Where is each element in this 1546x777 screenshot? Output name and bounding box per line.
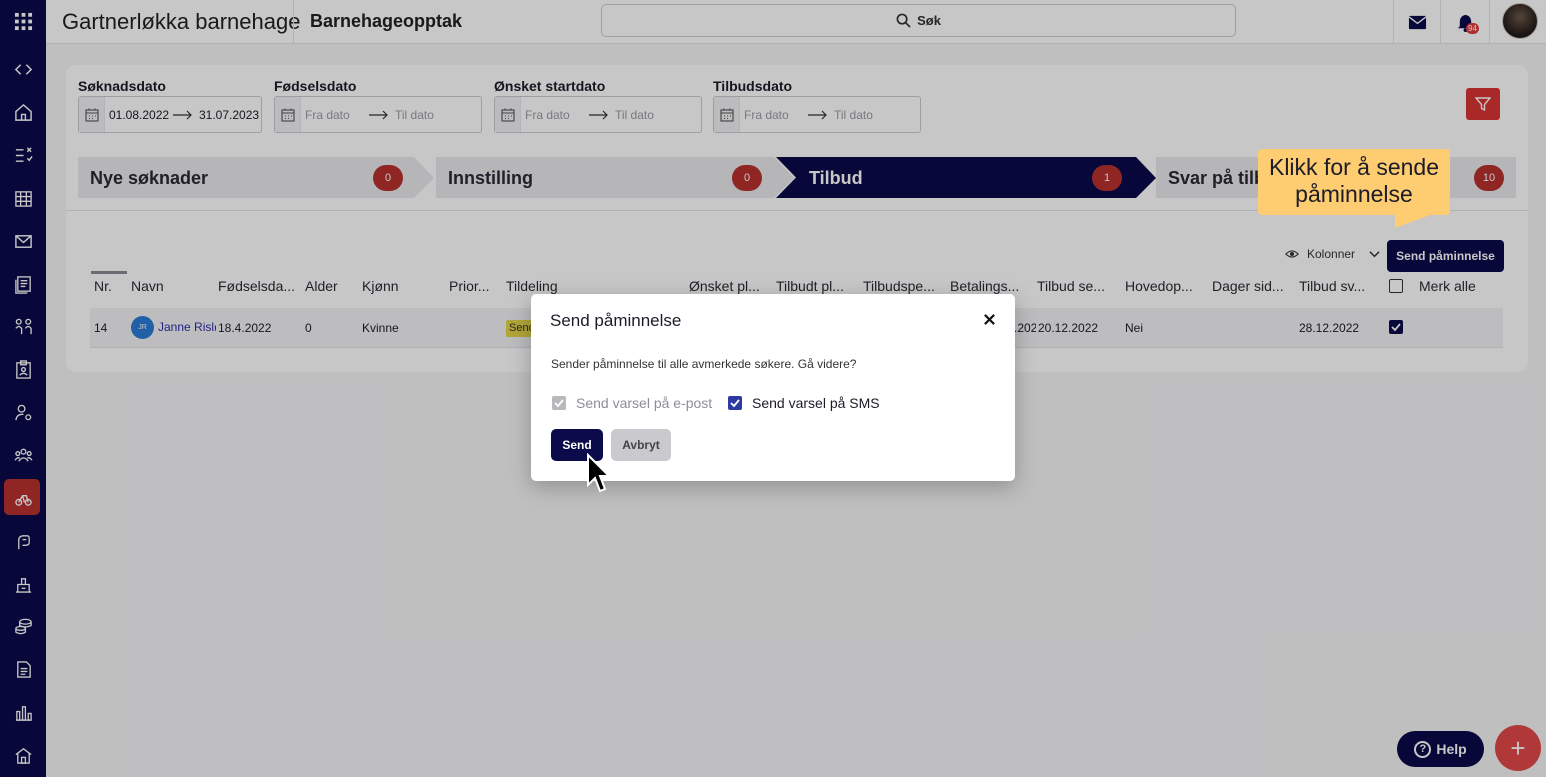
- checkmark-icon: [730, 399, 740, 408]
- sms-option-label: Send varsel på SMS: [752, 395, 880, 411]
- dialog-message: Sender påminnelse til alle avmerkede søk…: [551, 357, 857, 371]
- checkmark-icon: [554, 399, 564, 408]
- email-checkbox: [552, 396, 566, 410]
- mouse-cursor-icon: [587, 453, 612, 493]
- app-root: Gartnerløkka barnehage Barnehageopptak S…: [0, 0, 1546, 777]
- close-icon: [983, 313, 995, 325]
- tutorial-callout: Klikk for å sende påminnelse: [1258, 149, 1450, 215]
- callout-pointer: [1395, 214, 1433, 228]
- cancel-button[interactable]: Avbryt: [611, 429, 671, 461]
- sms-checkbox[interactable]: [728, 396, 742, 410]
- close-button[interactable]: [979, 309, 999, 329]
- email-option-label: Send varsel på e-post: [576, 395, 713, 411]
- dialog-title: Send påminnelse: [550, 311, 682, 330]
